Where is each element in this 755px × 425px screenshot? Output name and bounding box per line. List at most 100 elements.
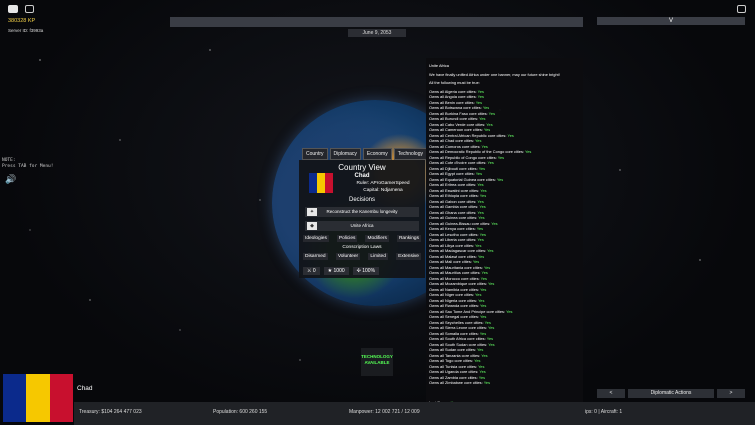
technology-available-notice[interactable]: TECHNOLOGY AVAILABLE [361,348,393,376]
condition-country: Kenya [445,226,457,231]
condition-status: Yes [496,176,504,182]
menu-icon[interactable] [737,5,746,13]
condition-country: Sierra Leone [445,325,468,330]
stat-stability: ✣ 100% [352,267,380,275]
condition-status: Yes [479,231,486,237]
condition-item: Owns all Zimbabwe core cities: Yes [429,380,580,386]
decision-button-unite-africa[interactable]: ◆ Unite Africa [305,221,419,231]
top-bar [170,17,583,27]
tab-diplomacy[interactable]: Diplomacy [329,148,361,160]
condition-suffix: core cities: [458,88,477,94]
diplomatic-prev-button[interactable]: < [597,389,625,398]
speaker-icon[interactable]: 🔊 [5,174,16,185]
condition-suffix: core cities: [458,297,478,303]
condition-country: Mauritania [445,264,464,270]
condition-suffix: core cities: [457,226,476,231]
law-limited-button[interactable]: Limited [368,253,388,260]
condition-prefix: Owns all [429,138,444,143]
condition-prefix: Owns all [429,110,444,116]
condition-suffix: core cities: [478,154,497,160]
chat-icon[interactable] [25,5,34,13]
condition-prefix: Owns all [429,237,444,242]
condition-status: Yes [488,110,496,116]
event-requirements-heading: All the following must be true: [429,80,480,85]
condition-prefix: Owns all [429,176,444,182]
condition-prefix: Owns all [429,270,444,275]
condition-country: Cote d'Ivoire [445,160,467,165]
condition-country: Ghana [445,209,457,215]
condition-country: Algeria [444,88,457,94]
condition-country: Senegal [445,314,460,319]
game-date: June 9, 2053 [348,29,406,37]
condition-suffix: core cities: [467,248,487,253]
condition-suffix: core cities: [464,319,484,325]
condition-prefix: Owns all [429,358,444,363]
condition-prefix: Owns all [429,264,444,270]
condition-country: Botswana [445,105,463,110]
condition-status: Yes [486,336,494,341]
condition-suffix: core cities: [456,99,475,105]
condition-suffix: core cities: [455,138,475,143]
condition-prefix: Owns all [429,154,444,160]
condition-country: Rwanda [445,303,460,308]
condition-prefix: Owns all [429,347,444,352]
condition-status: Yes [477,253,485,259]
condition-status: Yes [506,308,513,314]
condition-status: Yes [481,352,488,358]
condition-suffix: core cities: [457,209,477,215]
condition-prefix: Owns all [429,242,444,248]
condition-suffix: core cities: [460,303,479,308]
condition-status: Yes [475,99,483,105]
condition-country: Republic of Congo [445,154,478,160]
tab-country[interactable]: Country [302,148,328,160]
condition-suffix: core cities: [459,165,478,171]
ideologies-button[interactable]: Ideologies [303,235,329,242]
condition-prefix: Owns all [429,99,444,105]
rankings-button[interactable]: Rankings [396,235,421,242]
tab-technology[interactable]: Technology [393,148,427,160]
condition-country: Libya [445,242,455,248]
condition-status: Yes [483,380,491,385]
condition-country: Mozambique [445,281,468,286]
condition-status: Yes [488,325,495,330]
condition-status: Yes [525,149,532,154]
condition-status: Yes [483,127,491,132]
condition-country: Liberia [445,237,457,242]
condition-country: Lesotho [445,231,459,237]
decision-button-kanembu[interactable]: ✦ Reconstruct the Kanembu longevity [305,207,419,217]
condition-suffix: core cities: [505,149,524,154]
law-volunteer-button[interactable]: Volunteer [335,253,361,260]
condition-country: Comoros [445,143,461,149]
population-text: Population: 600 260 155 [213,409,268,415]
condition-prefix: Owns all [429,325,444,330]
tab-economy[interactable]: Economy [362,148,392,160]
policies-button[interactable]: Policies [336,235,358,242]
condition-suffix: core cities: [469,110,488,116]
condition-suffix: core cities: [457,198,477,204]
condition-prefix: Owns all [429,341,444,347]
law-extensive-button[interactable]: Extensive [396,253,421,260]
diplomatic-actions-button[interactable]: Diplomatic Actions [628,389,714,398]
condition-country: Gabon [445,198,457,204]
condition-status: Yes [480,314,487,319]
top-right-dropdown[interactable]: V [597,17,745,25]
condition-prefix: Owns all [429,286,444,292]
condition-country: Niger [445,292,455,297]
condition-suffix: core cities: [458,215,478,220]
condition-prefix: Owns all [429,187,444,193]
law-disarmed-button[interactable]: Disarmed [303,253,328,260]
condition-country: South Sudan [445,341,468,347]
condition-status: Yes [480,275,488,281]
condition-status: Yes [481,270,488,275]
country-tabs: Country Diplomacy Economy Technology [302,148,427,160]
condition-country: Tanzania [444,352,461,358]
ruler-text: Ruler: AProGamerSpeed [356,181,410,186]
condition-suffix: core cities: [461,270,481,275]
modifiers-button[interactable]: Modifiers [365,235,389,242]
stat-stars: ★ 1000 [323,267,349,275]
roblox-logo-icon[interactable] [8,5,18,13]
condition-suffix: core cities: [458,363,478,369]
condition-prefix: Owns all [429,88,444,94]
condition-country: Democratic Republic of the Congo [445,149,505,154]
diplomatic-next-button[interactable]: > [717,389,745,398]
